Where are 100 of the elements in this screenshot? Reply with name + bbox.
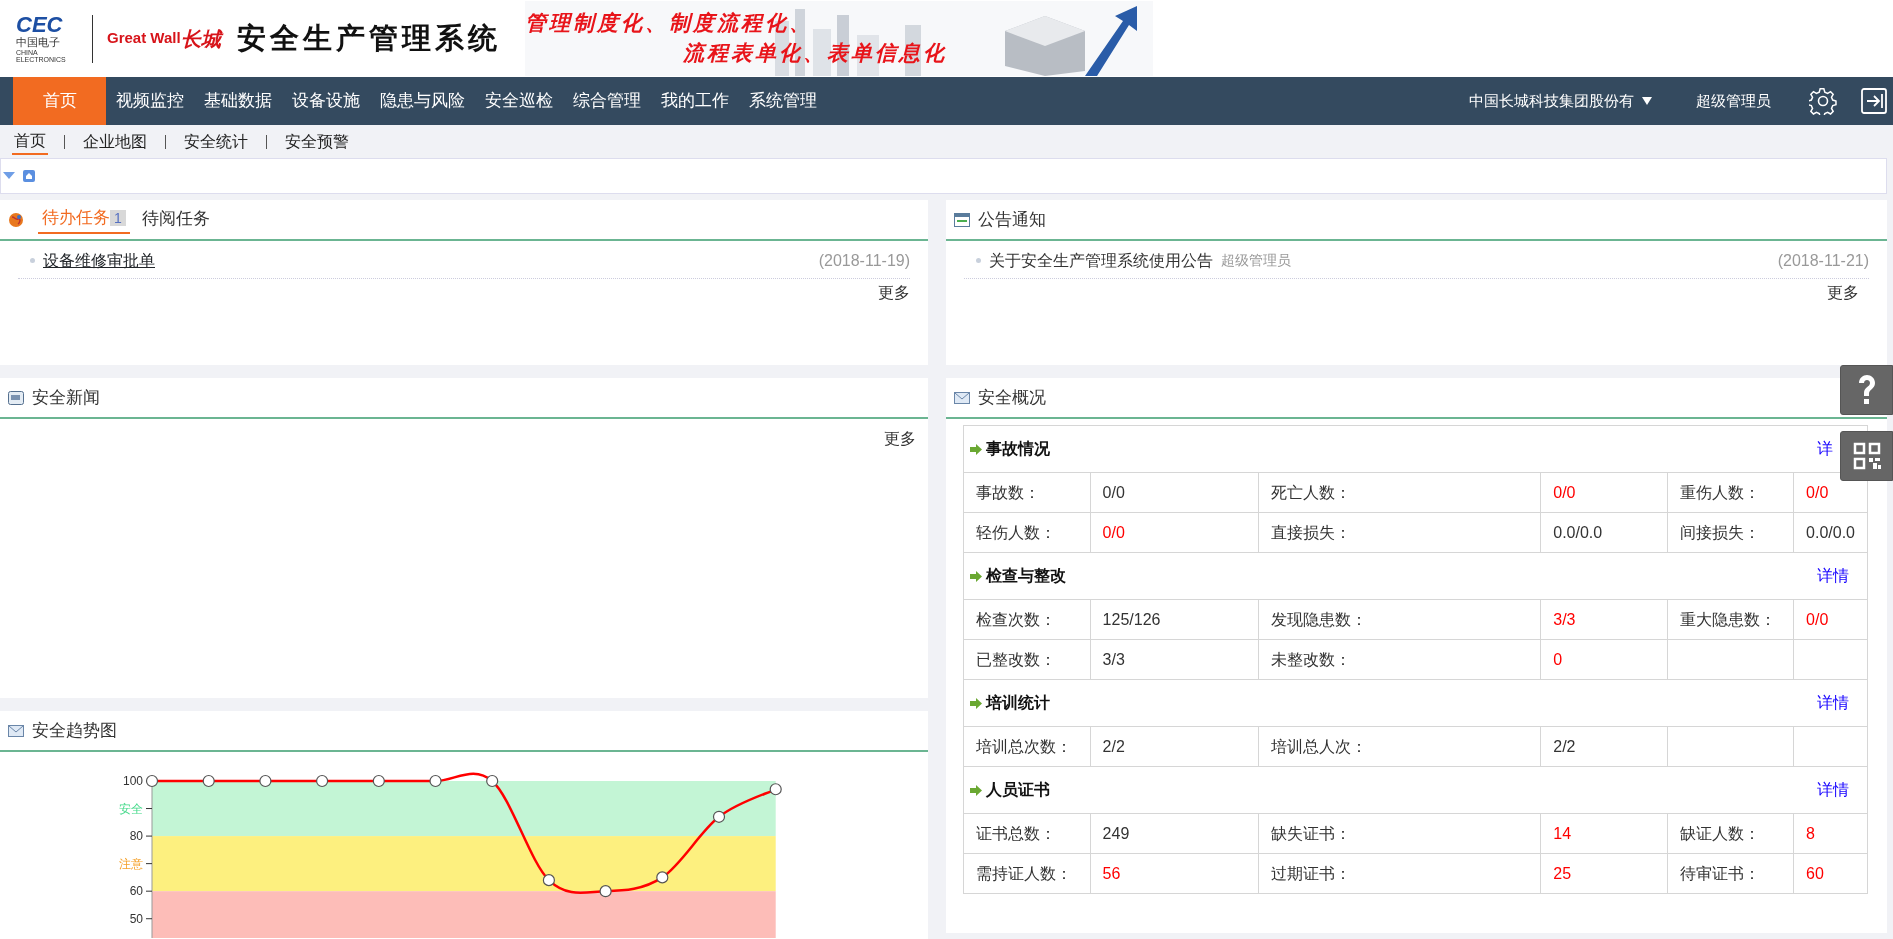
field-value: 60: [1806, 864, 1824, 882]
data-point: [316, 774, 329, 788]
nav-tab[interactable]: 综合管理: [563, 77, 651, 125]
company-dropdown[interactable]: 中国长城科技集团股份有: [1459, 77, 1662, 125]
notice-link[interactable]: 关于安全生产管理系统使用公告: [989, 248, 1213, 273]
nav-tab[interactable]: 隐患与风险: [370, 77, 475, 125]
field-value: 56: [1102, 864, 1121, 882]
caret-icon: [1642, 97, 1652, 105]
field-value: 249: [1102, 824, 1130, 842]
data-point: [656, 871, 669, 884]
nav-tab[interactable]: 视频监控: [106, 77, 194, 125]
task-link[interactable]: 设备维修审批单: [43, 248, 155, 273]
qr-code-icon: [1852, 442, 1881, 470]
data-point: [429, 774, 442, 788]
panel-title: 安全概况: [978, 386, 1046, 409]
arrow-icon: [970, 697, 982, 709]
y-tick-label: 50: [129, 911, 143, 926]
y-tick: [145, 835, 153, 837]
field-value: 125/126: [1102, 610, 1161, 628]
nav-tab[interactable]: 设备设施: [282, 77, 370, 125]
logo-text: Great Wall: [107, 28, 181, 49]
field-value: 0/0: [1806, 483, 1829, 501]
logout-icon[interactable]: [1861, 88, 1887, 114]
field-label: 需持证人数：: [976, 864, 1072, 882]
more-link[interactable]: 更多: [884, 427, 916, 451]
newspaper-icon: [8, 389, 24, 406]
field-value: 0: [1553, 650, 1563, 668]
field-label: 未整改数：: [1270, 650, 1351, 668]
field-value: 0/0: [1553, 483, 1576, 501]
count-badge: 1: [110, 209, 126, 226]
date-text: (2018-11-21): [1777, 250, 1869, 271]
field-value: 0/0: [1102, 483, 1125, 501]
field-label: 缺失证书：: [1270, 824, 1351, 842]
field-value: 0.0/0.0: [1553, 523, 1603, 541]
sub-tab[interactable]: 首页: [12, 128, 48, 155]
field-label: 间接损失：: [1680, 523, 1761, 541]
author-text: 超级管理员: [1221, 251, 1291, 270]
field-label: 缺证人数：: [1680, 824, 1761, 842]
arrow-icon: [970, 784, 982, 796]
data-point: [145, 774, 159, 788]
details-link[interactable]: 详情: [1817, 781, 1849, 798]
slogan-text: 流程表单化、表单信息化: [682, 39, 947, 67]
nav-tab[interactable]: 系统管理: [739, 77, 827, 125]
field-label: 待审证书：: [1680, 864, 1761, 882]
more-link[interactable]: 更多: [1827, 281, 1859, 305]
details-link[interactable]: 详: [1817, 440, 1833, 457]
qr-code-button[interactable]: [1840, 431, 1893, 481]
section-title: 检查与整改: [986, 566, 1066, 586]
data-point: [599, 885, 612, 898]
nav-tab[interactable]: 我的工作: [651, 77, 739, 125]
settings-icon[interactable]: [1809, 87, 1837, 115]
nav-tab[interactable]: 基础数据: [194, 77, 282, 125]
sub-tab[interactable]: 企业地图: [81, 129, 149, 154]
section-title: 事故情况: [986, 439, 1050, 459]
details-link[interactable]: 详情: [1817, 567, 1849, 584]
mail-icon: [954, 390, 970, 405]
y-tick-label: 注意: [119, 856, 143, 871]
arrow-icon: [970, 443, 982, 455]
field-value: 8: [1806, 824, 1815, 842]
field-label: 重大隐患数：: [1680, 610, 1777, 628]
field-value: 25: [1553, 864, 1572, 882]
data-point: [712, 810, 726, 823]
field-label: 重伤人数：: [1680, 483, 1761, 501]
panel-title: 安全新闻: [32, 386, 100, 409]
user-name[interactable]: 超级管理员: [1686, 77, 1781, 125]
field-label: 事故数：: [976, 483, 1040, 501]
panel-title: 安全趋势图: [32, 719, 117, 742]
logo-text: CEC: [16, 13, 64, 36]
more-link[interactable]: 更多: [878, 281, 910, 305]
y-tick-label: 80: [129, 829, 143, 844]
field-value: 0.0/0.0: [1806, 523, 1855, 541]
globe-icon: [8, 211, 24, 228]
details-link[interactable]: 详情: [1817, 694, 1849, 711]
home-icon[interactable]: [23, 170, 35, 182]
field-value: 0/0: [1102, 523, 1125, 541]
y-tick-label: 60: [129, 884, 143, 899]
y-tick: [145, 918, 153, 920]
sub-tab[interactable]: 安全统计: [182, 129, 250, 154]
app-title: 安全生产管理系统: [236, 20, 501, 56]
field-label: 发现隐患数：: [1270, 610, 1367, 628]
data-point: [542, 874, 555, 887]
mail-icon: [8, 723, 24, 738]
collapse-icon[interactable]: [3, 172, 15, 180]
logo-text: 中国电子: [16, 35, 61, 50]
field-label: 检查次数：: [976, 610, 1056, 628]
field-label: 培训总次数：: [976, 737, 1072, 755]
data-point: [769, 783, 782, 796]
field-label: 过期证书：: [1270, 864, 1351, 882]
field-value: 14: [1553, 824, 1572, 842]
field-value: 0/0: [1806, 610, 1829, 628]
panel-title: 公告通知: [978, 208, 1046, 231]
field-label: 证书总数：: [976, 824, 1056, 842]
field-value: 2/2: [1102, 737, 1125, 755]
data-point: [372, 774, 385, 788]
task-tab[interactable]: 待阅任务: [137, 205, 214, 234]
nav-tab[interactable]: 安全巡检: [475, 77, 563, 125]
data-point: [202, 774, 215, 788]
y-tick: [145, 863, 153, 865]
sub-tab[interactable]: 安全预警: [283, 129, 351, 154]
help-button[interactable]: [1840, 365, 1893, 415]
